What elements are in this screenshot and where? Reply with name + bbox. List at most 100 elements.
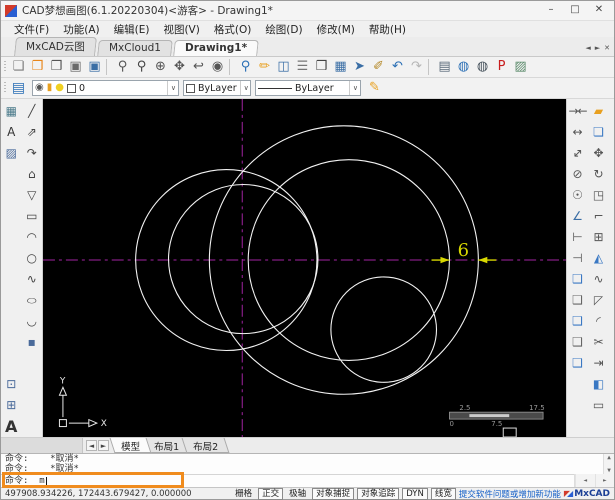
draworder-order-icon[interactable]: ❑ — [568, 353, 588, 374]
separator[interactable] — [106, 59, 111, 75]
polygon-icon[interactable]: ▽ — [22, 185, 42, 206]
draw-pencil-icon[interactable]: ✎ — [365, 79, 384, 97]
text-list-icon[interactable]: ☰ — [293, 58, 312, 76]
undo-icon[interactable]: ↶ — [388, 58, 407, 76]
tab-mxcad-cloud[interactable]: MxCAD云图 — [14, 37, 97, 56]
menu-function[interactable]: 功能(A) — [56, 22, 106, 37]
rectangle-icon[interactable]: ▭ — [22, 206, 42, 227]
linetype-combo[interactable]: ByLayer ∨ — [255, 80, 361, 96]
dim-break-icon[interactable]: →← — [568, 101, 587, 122]
sheet-scroll-left-icon[interactable]: ◄ — [86, 440, 97, 451]
draworder-above-icon[interactable]: ❑ — [568, 311, 588, 332]
array-icon[interactable]: ⊞ — [589, 227, 609, 248]
toggle-grid[interactable]: 栅格 — [232, 489, 255, 499]
separator[interactable] — [229, 59, 234, 75]
menu-edit[interactable]: 编辑(E) — [107, 22, 157, 37]
draworder-below-icon[interactable]: ❑ — [568, 332, 588, 353]
tab-close-icon[interactable]: ✕ — [604, 44, 610, 52]
sheet-tab-model[interactable]: 模型 — [109, 438, 152, 453]
separator[interactable] — [428, 59, 433, 75]
minimize-button[interactable]: – — [540, 3, 562, 18]
insert-block-icon[interactable]: ⊡ — [1, 374, 21, 395]
publish-web-icon[interactable]: ◍ — [454, 58, 473, 76]
menu-format[interactable]: 格式(O) — [207, 22, 258, 37]
trim-icon[interactable]: ✂ — [589, 332, 609, 353]
point-icon[interactable]: ▪ — [22, 332, 42, 353]
drawing-canvas[interactable]: 6 Y X 2.5 17.5 0 7.5 — [43, 99, 566, 437]
chevron-down-icon[interactable]: ∨ — [239, 81, 249, 95]
rotate-icon[interactable]: ↻ — [589, 164, 609, 185]
save-as-icon[interactable]: ▣ — [85, 58, 104, 76]
fillet-icon[interactable]: ◜ — [589, 311, 609, 332]
draworder-front-icon[interactable]: ❑ — [568, 269, 588, 290]
command-vertical-scrollbar[interactable]: ▲ ▼ — [603, 454, 614, 474]
offset-icon[interactable]: ⌐ — [589, 206, 609, 227]
dim-continue-icon[interactable]: ⊣ — [568, 248, 588, 269]
close-button[interactable]: ✕ — [588, 3, 610, 18]
print-icon[interactable]: ▤ — [435, 58, 454, 76]
command-line-panel[interactable]: 命令: *取消* 命令: *取消* 命令: m ▲ ▼ ◄ ► — [1, 453, 614, 488]
display-settings-icon[interactable]: ▦ — [331, 58, 350, 76]
layout-panels-icon[interactable]: ◫ — [274, 58, 293, 76]
scale-icon[interactable]: ◳ — [589, 185, 609, 206]
toggle-otrack[interactable]: 对象追踪 — [357, 487, 400, 500]
toggle-ortho[interactable]: 正交 — [258, 487, 284, 500]
menu-file[interactable]: 文件(F) — [7, 22, 56, 37]
tab-mxcloud1[interactable]: MxCloud1 — [97, 40, 173, 56]
mtext-icon[interactable]: A — [1, 122, 21, 143]
scroll-right-icon[interactable]: ► — [594, 474, 615, 487]
layer-combo[interactable]: ◉ ▮ ● 0 ∨ — [32, 80, 179, 96]
ellipse-icon[interactable]: ○ — [22, 294, 42, 307]
spline-icon[interactable]: ∿ — [22, 269, 42, 290]
mirror-icon[interactable]: ◭ — [589, 248, 609, 269]
toggle-polar[interactable]: 极轴 — [286, 489, 309, 499]
zoom-realtime-icon[interactable]: ⚲ — [113, 58, 132, 76]
explode-icon[interactable]: ◧ — [589, 374, 609, 395]
dimension-text[interactable]: 6 — [458, 240, 469, 261]
arc-3point-icon[interactable]: ↷ — [22, 143, 42, 164]
select-arrow-icon[interactable]: ➤ — [350, 58, 369, 76]
zoom-extents-icon[interactable]: ⊕ — [151, 58, 170, 76]
line-icon[interactable]: ╱ — [22, 101, 42, 122]
dim-radius-icon[interactable]: ☉ — [568, 185, 588, 206]
erase-icon[interactable]: ▰ — [589, 101, 609, 122]
page-setup-icon[interactable]: ❒ — [312, 58, 331, 76]
menu-help[interactable]: 帮助(H) — [362, 22, 413, 37]
chamfer-icon[interactable]: ◸ — [589, 290, 609, 311]
toggle-osnap[interactable]: 对象捕捉 — [312, 487, 355, 500]
dim-baseline-icon[interactable]: ⊢ — [568, 227, 588, 248]
brush-icon[interactable]: ✐ — [369, 58, 388, 76]
sheet-scroll-right-icon[interactable]: ► — [98, 440, 109, 451]
sketch-pencil-icon[interactable]: ✏ — [255, 58, 274, 76]
chevron-down-icon[interactable]: ∨ — [348, 81, 358, 95]
redo-icon[interactable]: ↷ — [407, 58, 426, 76]
ellipse-arc-icon[interactable]: ◡ — [22, 311, 42, 332]
zoom-object-icon[interactable]: ◉ — [208, 58, 227, 76]
save-icon[interactable]: ▣ — [66, 58, 85, 76]
pan-icon[interactable]: ✥ — [170, 58, 189, 76]
tab-scroll-left-icon[interactable]: ◄ — [585, 44, 590, 52]
draworder-back-icon[interactable]: ❑ — [568, 290, 588, 311]
xline-icon[interactable]: ⇗ — [22, 122, 42, 143]
arc-icon[interactable]: ◠ — [22, 227, 42, 248]
copy-icon[interactable]: ❏ — [589, 122, 609, 143]
open-folder-icon[interactable]: ❒ — [47, 58, 66, 76]
spline-edit-icon[interactable]: ∿ — [589, 269, 609, 290]
extend-icon[interactable]: ⇥ — [589, 353, 609, 374]
toggle-dyn[interactable]: DYN — [402, 487, 428, 500]
maximize-button[interactable]: □ — [564, 3, 586, 18]
circle-icon[interactable]: ○ — [22, 248, 42, 269]
zoom-previous-icon[interactable]: ⚲ — [236, 58, 255, 76]
menu-modify[interactable]: 修改(M) — [310, 22, 362, 37]
menu-view[interactable]: 视图(V) — [156, 22, 206, 37]
scroll-left-icon[interactable]: ◄ — [575, 474, 595, 487]
zoom-window-icon[interactable]: ⚲ — [132, 58, 151, 76]
open-cloud-icon[interactable]: ❒ — [28, 58, 47, 76]
tab-drawing1[interactable]: Drawing1* — [172, 40, 259, 56]
pdf-export-icon[interactable]: P — [492, 58, 511, 76]
scroll-up-icon[interactable]: ▲ — [604, 454, 614, 461]
image-icon[interactable]: ▦ — [1, 101, 21, 122]
sheet-tab-layout2[interactable]: 布局2 — [181, 438, 230, 453]
command-horizontal-scrollbar[interactable]: ◄ ► — [574, 474, 614, 487]
feedback-link[interactable]: 提交软件问题或增加新功能 — [459, 488, 561, 500]
